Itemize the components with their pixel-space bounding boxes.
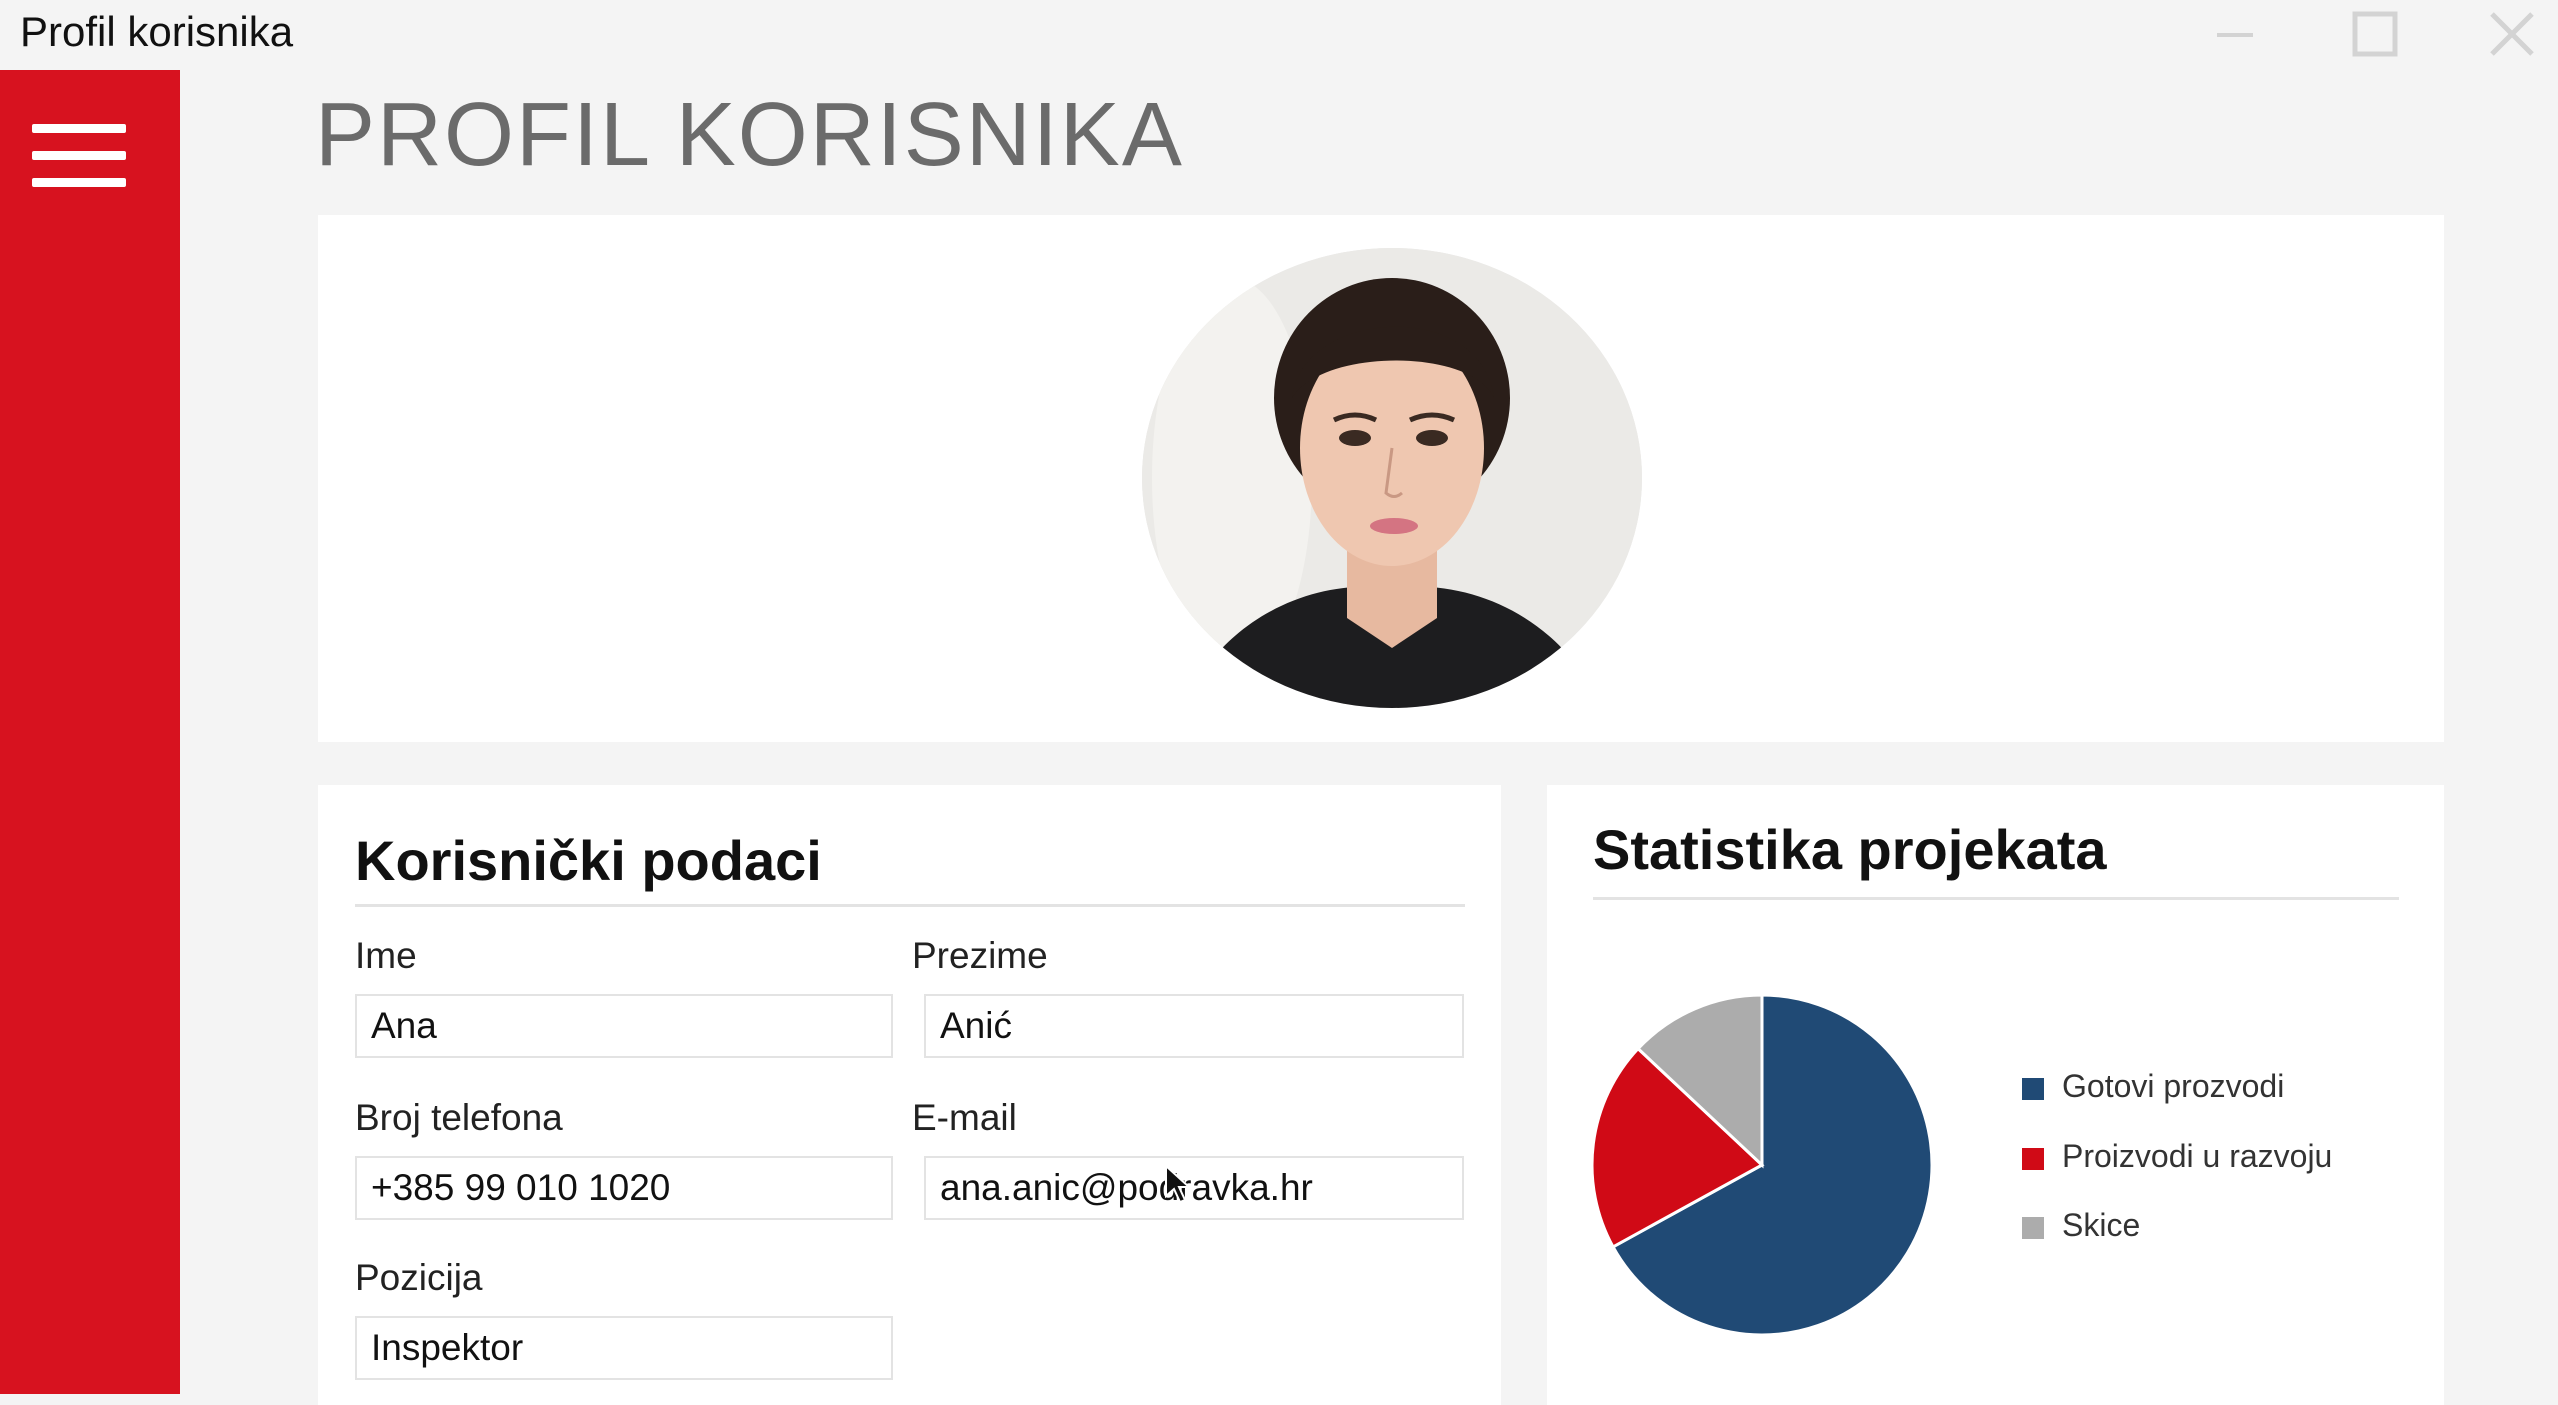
legend-swatch-in-development: [2022, 1148, 2044, 1170]
user-data-divider: [355, 904, 1465, 907]
user-data-title: Korisnički podaci: [355, 829, 822, 892]
page-title: PROFIL KORISNIKA: [315, 85, 1184, 185]
email-label: E-mail: [912, 1097, 1017, 1138]
legend-label-sketches: Skice: [2062, 1207, 2141, 1243]
hamburger-icon[interactable]: [32, 124, 126, 188]
last-name-label: Prezime: [912, 935, 1048, 976]
window-title: Profil korisnika: [20, 8, 294, 55]
phone-label: Broj telefona: [355, 1097, 563, 1138]
legend-swatch-finished: [2022, 1078, 2044, 1100]
window-titlebar: Profil korisnika: [0, 0, 2558, 70]
first-name-field[interactable]: [355, 994, 893, 1058]
legend-label-in-development: Proizvodi u razvoju: [2062, 1138, 2333, 1174]
close-icon: [2490, 12, 2534, 56]
close-button[interactable]: [2482, 6, 2542, 62]
pie-chart: [1590, 995, 1934, 1335]
position-label: Pozicija: [355, 1257, 483, 1298]
stats-title: Statistika projekata: [1593, 818, 2107, 881]
maximize-button[interactable]: [2345, 6, 2405, 62]
mouse-cursor-icon: [1165, 1164, 1192, 1204]
position-field[interactable]: [355, 1316, 893, 1380]
minimize-icon: [2217, 33, 2253, 37]
maximize-icon: [2352, 11, 2398, 57]
stats-divider: [1593, 897, 2399, 900]
email-field[interactable]: [924, 1156, 1464, 1220]
minimize-button[interactable]: [2205, 6, 2265, 62]
avatar: [1142, 248, 1642, 708]
legend-swatch-sketches: [2022, 1217, 2044, 1239]
phone-field[interactable]: [355, 1156, 893, 1220]
last-name-field[interactable]: [924, 994, 1464, 1058]
user-portrait-photo: [1142, 248, 1642, 708]
legend-label-finished: Gotovi prozvodi: [2062, 1068, 2285, 1104]
first-name-label: Ime: [355, 935, 417, 976]
sidebar: [0, 70, 180, 1394]
